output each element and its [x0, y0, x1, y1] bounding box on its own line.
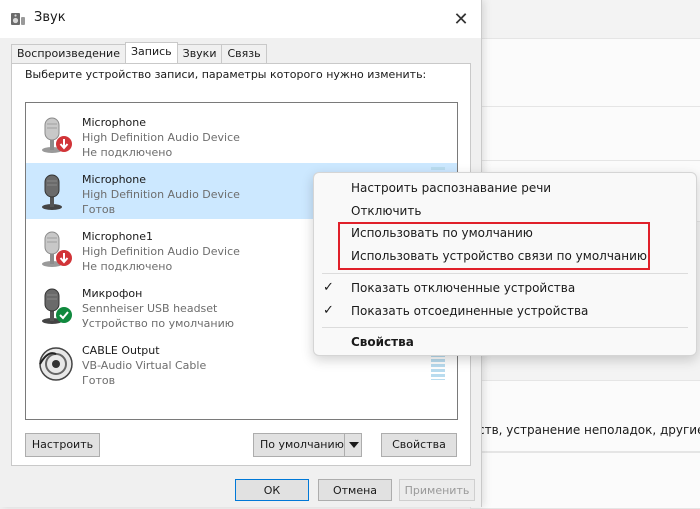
device-name: Microphone: [82, 116, 147, 129]
microphone-icon: [42, 231, 72, 267]
device-status: Готов: [82, 374, 116, 387]
device-subtitle: High Definition Audio Device: [82, 188, 240, 201]
ok-button[interactable]: ОК: [235, 479, 309, 501]
device-subtitle: VB-Audio Virtual Cable: [82, 359, 207, 372]
device-subtitle: High Definition Audio Device: [82, 245, 240, 258]
menu-item-speech-recognition[interactable]: Настроить распознавание речи: [351, 181, 551, 195]
chevron-down-icon: [349, 442, 359, 448]
window-title: Звук: [34, 10, 66, 25]
device-item[interactable]: Microphone High Definition Audio Device …: [26, 106, 457, 162]
cancel-button[interactable]: Отмена: [318, 479, 392, 501]
microphone-icon: [42, 174, 62, 210]
device-name: Микрофон: [82, 287, 143, 300]
microphone-icon: [42, 117, 72, 153]
device-status: Устройство по умолчанию: [82, 317, 235, 330]
close-icon: ✕: [453, 8, 469, 30]
tab-recording[interactable]: Запись: [124, 42, 178, 63]
default-check-badge-icon: [56, 307, 72, 323]
background-partial-text: ств, устранение неполадок, другие п: [478, 423, 700, 437]
menu-separator: [322, 327, 688, 328]
highlight-annotation-box: [338, 222, 650, 270]
device-status: Готов: [82, 203, 116, 216]
apply-button[interactable]: Применить: [399, 479, 475, 501]
device-name: CABLE Output: [82, 344, 160, 357]
tab-playback[interactable]: Воспроизведение: [11, 44, 126, 63]
title-bar: Звук ✕: [0, 0, 481, 38]
disconnected-badge-icon: [56, 136, 72, 152]
background-card: [470, 380, 700, 452]
device-subtitle: High Definition Audio Device: [82, 131, 240, 144]
checkmark-icon: ✓: [323, 303, 334, 318]
configure-button[interactable]: Настроить: [25, 433, 100, 457]
speaker-icon: [11, 13, 25, 25]
menu-item-show-disabled[interactable]: Показать отключенные устройства: [351, 281, 575, 295]
menu-item-show-disconnected[interactable]: Показать отсоединенные устройства: [351, 304, 588, 318]
background-card: [470, 452, 700, 509]
device-status: Не подключено: [82, 146, 173, 159]
properties-button[interactable]: Свойства: [381, 433, 457, 457]
menu-item-disable[interactable]: Отключить: [351, 204, 421, 218]
background-card: [470, 106, 700, 162]
tab-strip: Воспроизведение Запись Звуки Связь: [11, 42, 267, 64]
tab-communications[interactable]: Связь: [221, 44, 267, 63]
background-card: [470, 38, 700, 108]
virtual-cable-icon: [39, 347, 73, 381]
disconnected-badge-icon: [56, 250, 72, 266]
close-button[interactable]: ✕: [446, 6, 476, 32]
device-status: Не подключено: [82, 260, 173, 273]
dropdown-arrow-button[interactable]: [344, 433, 363, 457]
tab-sounds[interactable]: Звуки: [176, 44, 223, 63]
default-dropdown-label: По умолчанию: [260, 438, 344, 451]
microphone-icon: [42, 288, 72, 324]
device-name: Microphone1: [82, 230, 154, 243]
menu-item-properties[interactable]: Свойства: [351, 335, 414, 349]
device-name: Microphone: [82, 173, 147, 186]
instruction-text: Выберите устройство записи, параметры ко…: [25, 68, 427, 81]
device-subtitle: Sennheiser USB headset: [82, 302, 218, 315]
menu-separator: [322, 273, 688, 274]
checkmark-icon: ✓: [323, 280, 334, 295]
